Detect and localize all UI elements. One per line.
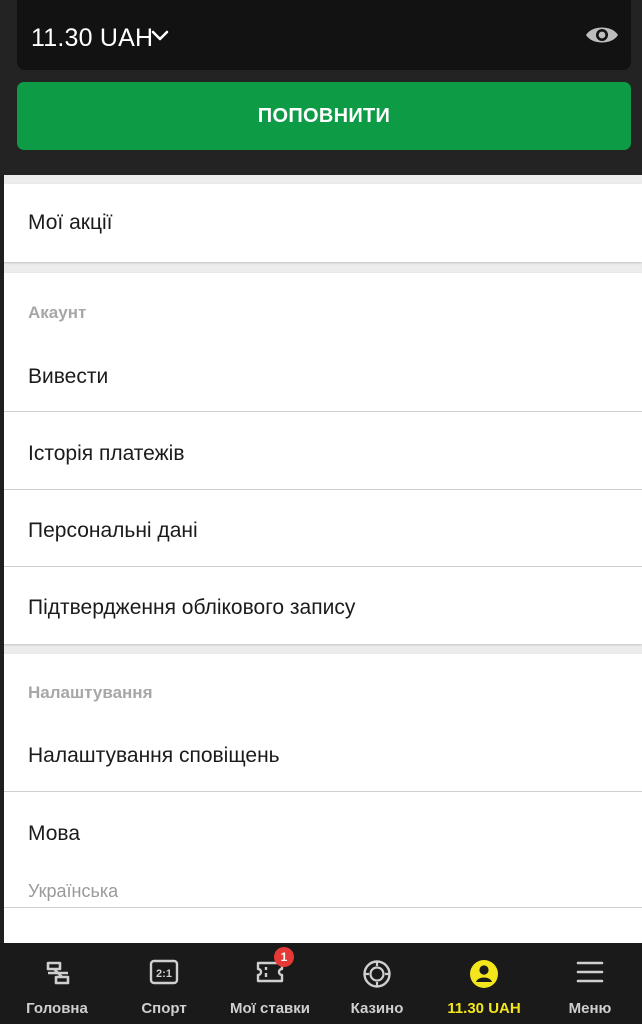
notification-settings-item[interactable]: Налаштування сповіщень xyxy=(4,721,642,792)
chevron-down-icon[interactable] xyxy=(150,26,170,46)
language-label: Мова xyxy=(28,822,81,845)
nav-account-label: 11.30 UAH xyxy=(447,1000,521,1017)
account-verification-item[interactable]: Підтвердження облікового запису xyxy=(4,567,642,644)
casino-chip-icon xyxy=(363,960,391,988)
language-item[interactable]: Мова Українська xyxy=(4,792,642,908)
bottom-navigation: Головна 2:1 Спорт 1 Мої ставки Казино 11… xyxy=(0,943,642,1024)
notification-settings-label: Налаштування сповіщень xyxy=(28,744,280,767)
personal-data-label: Персональні дані xyxy=(28,519,198,542)
nav-account[interactable]: 11.30 UAH xyxy=(440,943,528,1024)
nav-my-bets-label: Мої ставки xyxy=(229,1000,311,1017)
topup-button[interactable]: ПОПОВНИТИ xyxy=(17,82,631,150)
sport-icon: 2:1 xyxy=(149,959,179,985)
account-section-title: Акаунт xyxy=(28,303,87,322)
balance-amount[interactable]: 11.30 UAH xyxy=(31,24,153,53)
nav-my-bets[interactable]: 1 Мої ставки xyxy=(222,943,318,1024)
nav-menu-label: Меню xyxy=(568,1000,612,1017)
promotions-label: Мої акції xyxy=(28,211,113,234)
nav-menu[interactable]: Меню xyxy=(552,943,628,1024)
menu-icon xyxy=(576,961,604,983)
balance-bar[interactable]: 11.30 UAH xyxy=(17,0,631,70)
nav-home[interactable]: Головна xyxy=(14,943,100,1024)
settings-card: Налаштування Налаштування сповіщень Мова… xyxy=(4,654,642,943)
settings-section-title: Налаштування xyxy=(28,683,153,702)
payment-history-label: Історія платежів xyxy=(28,442,185,465)
language-value: Українська xyxy=(28,881,119,901)
menu-content: Мої акції Акаунт Вивести Історія платежі… xyxy=(4,175,642,943)
promotions-card: Мої акції xyxy=(4,184,642,262)
withdraw-item[interactable]: Вивести xyxy=(4,345,642,412)
account-header: 11.30 UAH ПОПОВНИТИ xyxy=(0,0,642,175)
home-icon xyxy=(46,961,70,985)
nav-sport[interactable]: 2:1 Спорт xyxy=(122,943,206,1024)
promotions-item[interactable]: Мої акції xyxy=(4,184,642,262)
personal-data-item[interactable]: Персональні дані xyxy=(4,490,642,567)
account-section-header: Акаунт xyxy=(4,273,642,345)
nav-home-label: Головна xyxy=(26,1000,88,1017)
bets-count-badge: 1 xyxy=(274,947,294,967)
user-icon xyxy=(470,960,498,988)
account-verification-label: Підтвердження облікового запису xyxy=(28,596,356,619)
settings-section-header: Налаштування xyxy=(4,654,642,721)
nav-sport-label: Спорт xyxy=(141,1000,187,1017)
account-card: Акаунт Вивести Історія платежів Персонал… xyxy=(4,273,642,644)
eye-icon[interactable] xyxy=(585,22,619,48)
nav-casino-label: Казино xyxy=(350,1000,404,1017)
svg-text:2:1: 2:1 xyxy=(156,968,172,980)
payment-history-item[interactable]: Історія платежів xyxy=(4,412,642,490)
withdraw-label: Вивести xyxy=(28,365,109,388)
nav-casino[interactable]: Казино xyxy=(336,943,418,1024)
